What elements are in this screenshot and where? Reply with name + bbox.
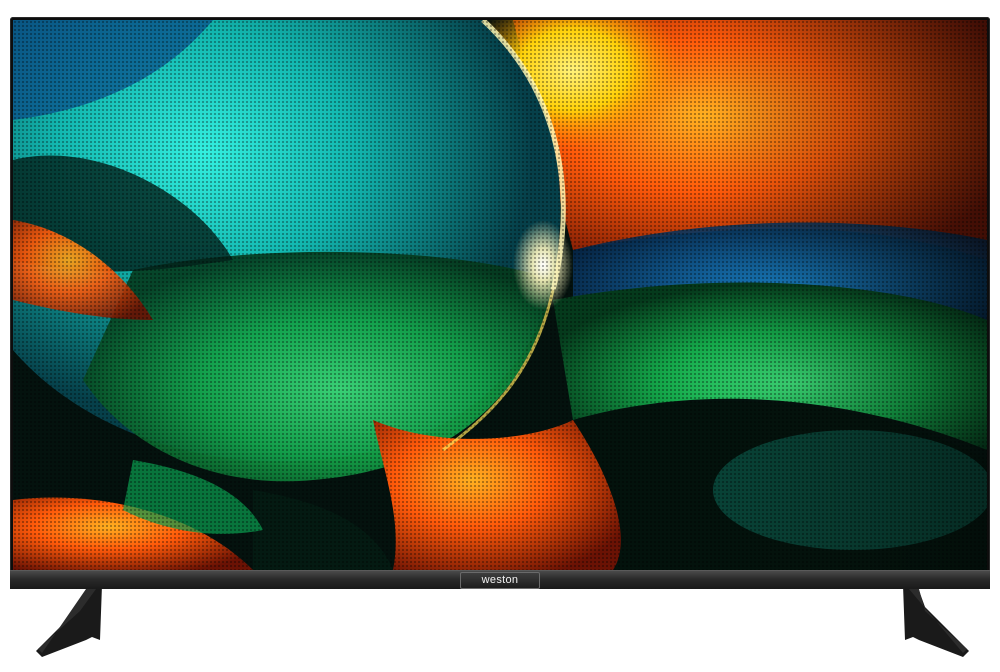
left-stand-leg xyxy=(36,585,102,657)
tv-product-photo: weston xyxy=(0,0,1000,672)
brand-logo: weston xyxy=(460,572,540,589)
abstract-wallpaper xyxy=(13,20,987,570)
tv-screen xyxy=(13,20,987,570)
right-stand-leg xyxy=(903,585,969,657)
